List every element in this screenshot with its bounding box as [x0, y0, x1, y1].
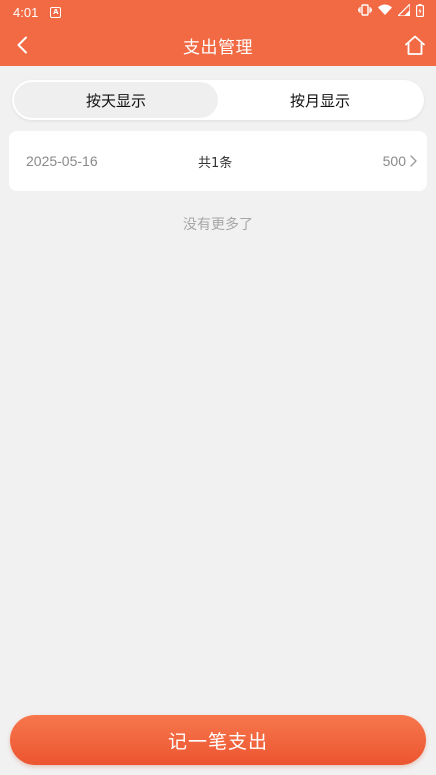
list-end-text: 没有更多了	[183, 217, 253, 233]
app-header: 支出管理	[0, 24, 436, 66]
status-time: 4:01	[13, 4, 39, 20]
home-icon	[405, 35, 425, 55]
record-date: 2025-05-16	[26, 153, 98, 169]
chevron-left-icon	[17, 36, 27, 54]
record-amount: 500	[382, 153, 406, 169]
add-expense-button[interactable]: 记一笔支出	[10, 715, 426, 765]
expense-day-row[interactable]: 2025-05-16 共1条 500	[9, 131, 427, 191]
back-button[interactable]	[10, 32, 34, 58]
notification-app-icon: A	[50, 6, 62, 18]
vibrate-icon	[358, 4, 372, 20]
wifi-icon	[378, 4, 392, 20]
battery-icon	[416, 3, 425, 21]
status-bar: 4:01 A	[0, 0, 436, 24]
chevron-right-icon	[410, 155, 417, 167]
home-button[interactable]	[402, 32, 428, 58]
cellular-signal-icon	[396, 2, 411, 20]
page-title: 支出管理	[183, 37, 253, 58]
display-mode-tabs: 按天显示 按月显示	[12, 80, 424, 120]
tab-by-day[interactable]: 按天显示	[14, 82, 218, 118]
tab-by-month[interactable]: 按月显示	[218, 82, 422, 118]
record-count: 共1条	[198, 155, 233, 171]
